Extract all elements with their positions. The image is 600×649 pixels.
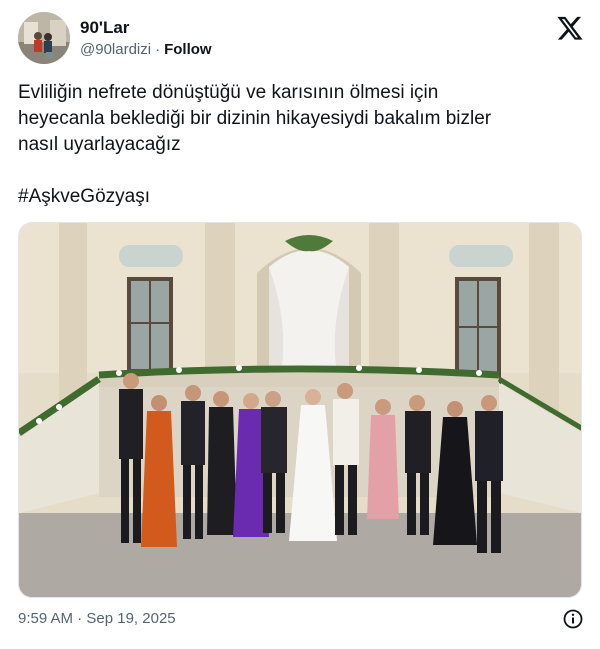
tweet-line: heyecanla beklediği bir dizinin hikayesi…	[18, 108, 492, 129]
tweet-text: Evliliğin nefrete dönüştüğü ve karısının…	[18, 80, 578, 158]
tweet-line: nasıl uyarlayacağız	[18, 134, 181, 155]
author-meta: @90lardizi · Follow	[80, 40, 212, 60]
x-logo-icon[interactable]	[556, 14, 584, 42]
time: 9:59 AM	[18, 610, 74, 627]
author-block: 90'Lar @90lardizi · Follow	[80, 18, 212, 60]
meta-separator: ·	[155, 41, 161, 58]
tweet-photo[interactable]	[18, 222, 582, 598]
tweet-footer: 9:59 AM · Sep 19, 2025	[18, 608, 584, 630]
hashtag-link[interactable]: #AşkveGözyaşı	[18, 184, 150, 210]
follow-button[interactable]: Follow	[164, 41, 212, 58]
date: Sep 19, 2025	[86, 610, 176, 627]
author-name[interactable]: 90'Lar	[80, 18, 212, 38]
tweet-header: 90'Lar @90lardizi · Follow	[18, 12, 584, 66]
author-handle[interactable]: @90lardizi	[80, 41, 151, 58]
timestamp[interactable]: 9:59 AM · Sep 19, 2025	[18, 610, 176, 627]
info-icon[interactable]	[562, 608, 584, 630]
time-separator: ·	[77, 610, 83, 627]
avatar[interactable]	[18, 12, 70, 64]
tweet-line: Evliliğin nefrete dönüştüğü ve karısının…	[18, 82, 439, 103]
